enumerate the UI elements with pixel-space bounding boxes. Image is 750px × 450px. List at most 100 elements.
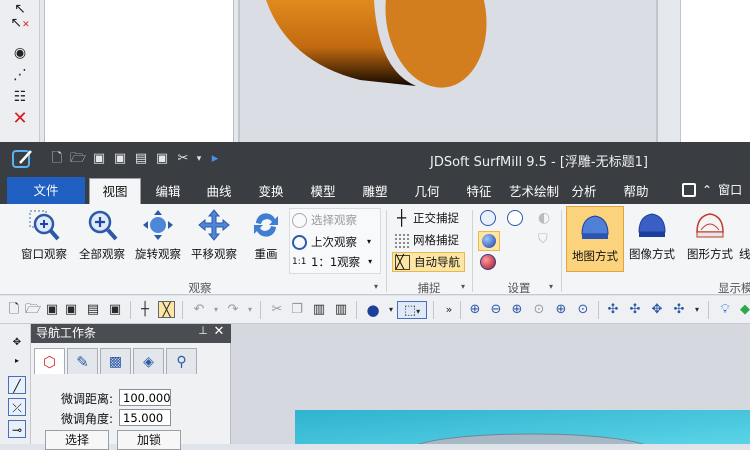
- window-view-button[interactable]: 窗口观察: [14, 208, 74, 268]
- app-logo-icon[interactable]: [12, 149, 34, 169]
- tab-edit[interactable]: 编辑: [148, 179, 188, 204]
- main-viewport[interactable]: [231, 324, 750, 444]
- expander-icon[interactable]: ▾: [461, 282, 465, 291]
- tab-transform[interactable]: 变换: [251, 179, 291, 204]
- fine-distance-input[interactable]: [119, 389, 171, 406]
- tab-analysis[interactable]: 分析: [564, 179, 604, 204]
- nav-arrows-icon[interactable]: ✥: [8, 334, 26, 352]
- zoom-out-icon[interactable]: ⊖: [487, 301, 505, 319]
- pointer-cancel-icon[interactable]: ↖✕: [10, 14, 30, 32]
- tab-art-draw[interactable]: 艺术绘制: [505, 179, 563, 204]
- tab-nav-eraser[interactable]: ◈: [133, 348, 164, 374]
- image-mode-button[interactable]: 图像方式: [626, 208, 678, 268]
- open-folder-icon[interactable]: 🗁: [69, 150, 87, 168]
- zoom-in-icon[interactable]: ⊕: [508, 301, 526, 319]
- tab-geometry[interactable]: 几何: [407, 179, 447, 204]
- select-view-button[interactable]: 选择观察: [292, 210, 357, 230]
- save-as-icon[interactable]: ▣: [111, 150, 129, 168]
- rotate-icon[interactable]: ✣: [604, 301, 622, 319]
- globe-icon[interactable]: [480, 210, 496, 226]
- circle-outline-icon[interactable]: [507, 210, 523, 226]
- zoom-window-icon[interactable]: ⊕: [466, 301, 484, 319]
- tab-nav-tool[interactable]: ⚲: [166, 348, 197, 374]
- ortho-snap-button[interactable]: ┼ 正交捕捉: [394, 208, 459, 228]
- curve-point-icon[interactable]: ⋰: [10, 66, 30, 84]
- print-icon[interactable]: ▤: [132, 150, 150, 168]
- tab-file[interactable]: 文件: [7, 177, 85, 204]
- redraw-button[interactable]: 重画: [244, 208, 288, 268]
- print-icon[interactable]: ▤: [84, 301, 102, 319]
- green-shape-icon[interactable]: ◆: [736, 301, 750, 319]
- new-file-icon[interactable]: 🗋: [48, 150, 66, 168]
- one-to-one-view-button[interactable]: 1:1 1：1观察 ▾: [292, 252, 372, 272]
- pan-view-button[interactable]: 平移观察: [184, 208, 244, 268]
- save-all-icon[interactable]: ▣: [106, 301, 124, 319]
- full-view-button[interactable]: 全部观察: [72, 208, 132, 268]
- tab-view[interactable]: 视图: [89, 178, 141, 204]
- point-line-tool-icon[interactable]: ⊸: [8, 420, 26, 438]
- paste-special-icon[interactable]: ▥: [332, 301, 350, 319]
- grid-snap-button[interactable]: 网格捕捉: [394, 230, 459, 250]
- zoom-all-icon[interactable]: ⊕: [552, 301, 570, 319]
- cross-line-tool-icon[interactable]: ⤫: [8, 398, 26, 416]
- pin-icon[interactable]: ⊥: [196, 324, 210, 337]
- new-file-icon[interactable]: 🗋: [5, 301, 23, 319]
- chevron-down-icon[interactable]: ▾: [367, 232, 371, 252]
- sphere-shading-icon[interactable]: ●: [364, 301, 382, 319]
- close-icon[interactable]: ✕: [212, 324, 226, 339]
- window-menu[interactable]: 窗口: [718, 181, 742, 198]
- tab-feature[interactable]: 特征: [459, 179, 499, 204]
- rotate-view-button[interactable]: 旋转观察: [128, 208, 188, 268]
- list-select-icon[interactable]: ☷: [10, 88, 30, 106]
- auto-nav-icon[interactable]: ╳: [158, 301, 175, 318]
- tab-help[interactable]: 帮助: [616, 179, 656, 204]
- play-icon[interactable]: ▸: [206, 150, 224, 168]
- light-bulb-icon[interactable]: 💡︎: [716, 301, 734, 319]
- line-tool-icon[interactable]: ╱: [8, 376, 26, 394]
- redo-icon[interactable]: ↷: [224, 301, 242, 319]
- tab-model[interactable]: 模型: [303, 179, 343, 204]
- chevron-down-icon[interactable]: ▾: [241, 301, 259, 319]
- pan-icon[interactable]: ✥: [648, 301, 666, 319]
- fine-angle-input[interactable]: [119, 409, 171, 426]
- graphic-mode-button[interactable]: 图形方式: [682, 208, 738, 268]
- last-view-button[interactable]: 上次观察 ▾: [292, 232, 371, 252]
- chevron-down-icon[interactable]: ▾: [368, 252, 372, 272]
- save-icon[interactable]: ▣: [43, 301, 61, 319]
- save-icon[interactable]: ▣: [90, 150, 108, 168]
- eye-icon[interactable]: ◉: [10, 44, 30, 62]
- tools-icon[interactable]: ✂: [174, 150, 192, 168]
- ortho-snap-icon[interactable]: ┼: [136, 301, 154, 319]
- expander-icon[interactable]: ▾: [374, 282, 378, 291]
- zoom-last-icon[interactable]: ⊙: [574, 301, 592, 319]
- select-button[interactable]: 选择: [45, 430, 109, 450]
- map-mode-button[interactable]: 地图方式: [566, 206, 624, 272]
- more-icon[interactable]: »: [440, 301, 458, 319]
- box-view-icon[interactable]: ⬚▾: [397, 301, 427, 319]
- undo-icon[interactable]: ↶: [190, 301, 208, 319]
- copy-icon[interactable]: ❐: [288, 301, 306, 319]
- save-all-icon[interactable]: ▣: [153, 150, 171, 168]
- cut-icon[interactable]: ✂: [268, 301, 286, 319]
- paste-icon[interactable]: ▥: [310, 301, 328, 319]
- chevron-down-icon[interactable]: ▾: [207, 301, 225, 319]
- tab-nav-edit[interactable]: ✎: [67, 348, 98, 374]
- tab-curve[interactable]: 曲线: [199, 179, 239, 204]
- chevron-down-icon[interactable]: ▾: [195, 150, 203, 168]
- save-as-icon[interactable]: ▣: [62, 301, 80, 319]
- red-sphere-icon[interactable]: [480, 254, 496, 270]
- open-folder-icon[interactable]: 🗁: [24, 301, 42, 319]
- chevron-down-icon[interactable]: ▾: [688, 301, 706, 319]
- shaded-sphere-button[interactable]: [478, 231, 500, 251]
- tab-sculpt[interactable]: 雕塑: [355, 179, 395, 204]
- delete-icon[interactable]: ✕: [10, 110, 30, 128]
- auto-nav-button[interactable]: ╳ 自动导航: [392, 252, 465, 272]
- zoom-select-icon[interactable]: ⊙: [530, 301, 548, 319]
- maximize-icon[interactable]: [682, 183, 696, 197]
- chevron-right-icon[interactable]: ▸: [8, 352, 26, 370]
- chevron-up-icon[interactable]: ⌃: [702, 183, 712, 197]
- rotate-plus-icon[interactable]: ✣: [626, 301, 644, 319]
- tab-nav-shape[interactable]: ⬡: [34, 348, 65, 374]
- line-mode-button[interactable]: 线: [739, 208, 750, 268]
- expander-icon[interactable]: ▾: [549, 282, 553, 291]
